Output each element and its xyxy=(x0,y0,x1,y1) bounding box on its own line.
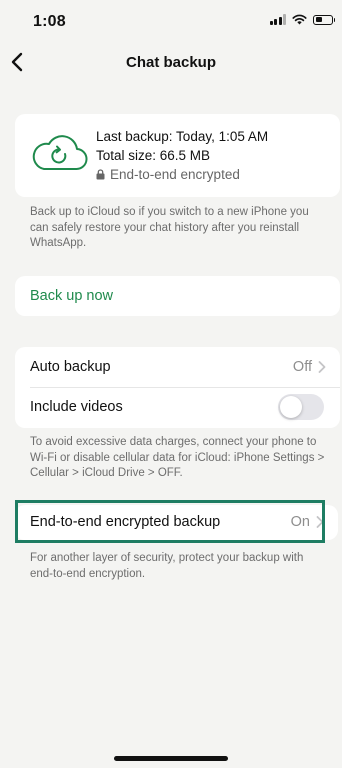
back-up-now-label: Back up now xyxy=(30,288,114,304)
include-videos-row: Include videos xyxy=(15,387,340,427)
back-up-now-button[interactable]: Back up now xyxy=(15,276,340,316)
e2e-backup-value: On xyxy=(290,514,310,530)
encryption-label: End-to-end encrypted xyxy=(110,167,240,182)
auto-backup-value: Off xyxy=(292,359,312,375)
last-backup-text: Last backup: Today, 1:05 AM xyxy=(96,129,269,144)
chevron-right-icon xyxy=(316,516,324,528)
page-title: Chat backup xyxy=(125,54,216,71)
nav-bar: Chat backup xyxy=(0,44,342,82)
include-videos-label: Include videos xyxy=(30,399,123,415)
chevron-right-icon xyxy=(318,361,326,373)
lock-icon xyxy=(96,169,105,180)
e2e-backup-card: End-to-end encrypted backup On xyxy=(15,505,338,540)
icloud-note: Back up to iCloud so if you switch to a … xyxy=(30,206,309,249)
status-bar: 1:08 xyxy=(0,0,342,44)
auto-backup-label: Auto backup xyxy=(30,359,111,375)
total-size-text: Total size: 66.5 MB xyxy=(96,148,211,163)
auto-backup-row[interactable]: Auto backup Off xyxy=(15,347,340,387)
e2e-note: For another layer of security, protect y… xyxy=(30,552,304,580)
e2e-backup-label: End-to-end encrypted backup xyxy=(30,514,221,530)
include-videos-toggle[interactable] xyxy=(278,394,324,420)
home-indicator[interactable] xyxy=(114,756,228,761)
e2e-backup-row[interactable]: End-to-end encrypted backup On xyxy=(15,505,338,539)
status-icons xyxy=(269,14,335,25)
status-time: 1:08 xyxy=(33,13,66,30)
backup-settings-group: Auto backup Off Include videos xyxy=(15,347,340,428)
toggle-knob xyxy=(280,396,302,418)
cloud-sync-icon xyxy=(32,135,88,171)
encryption-status: End-to-end encrypted xyxy=(96,167,240,182)
wifi-icon xyxy=(292,14,307,25)
battery-icon xyxy=(313,14,335,25)
signal-icon xyxy=(269,14,286,25)
data-charges-note: To avoid excessive data charges, connect… xyxy=(30,436,325,479)
